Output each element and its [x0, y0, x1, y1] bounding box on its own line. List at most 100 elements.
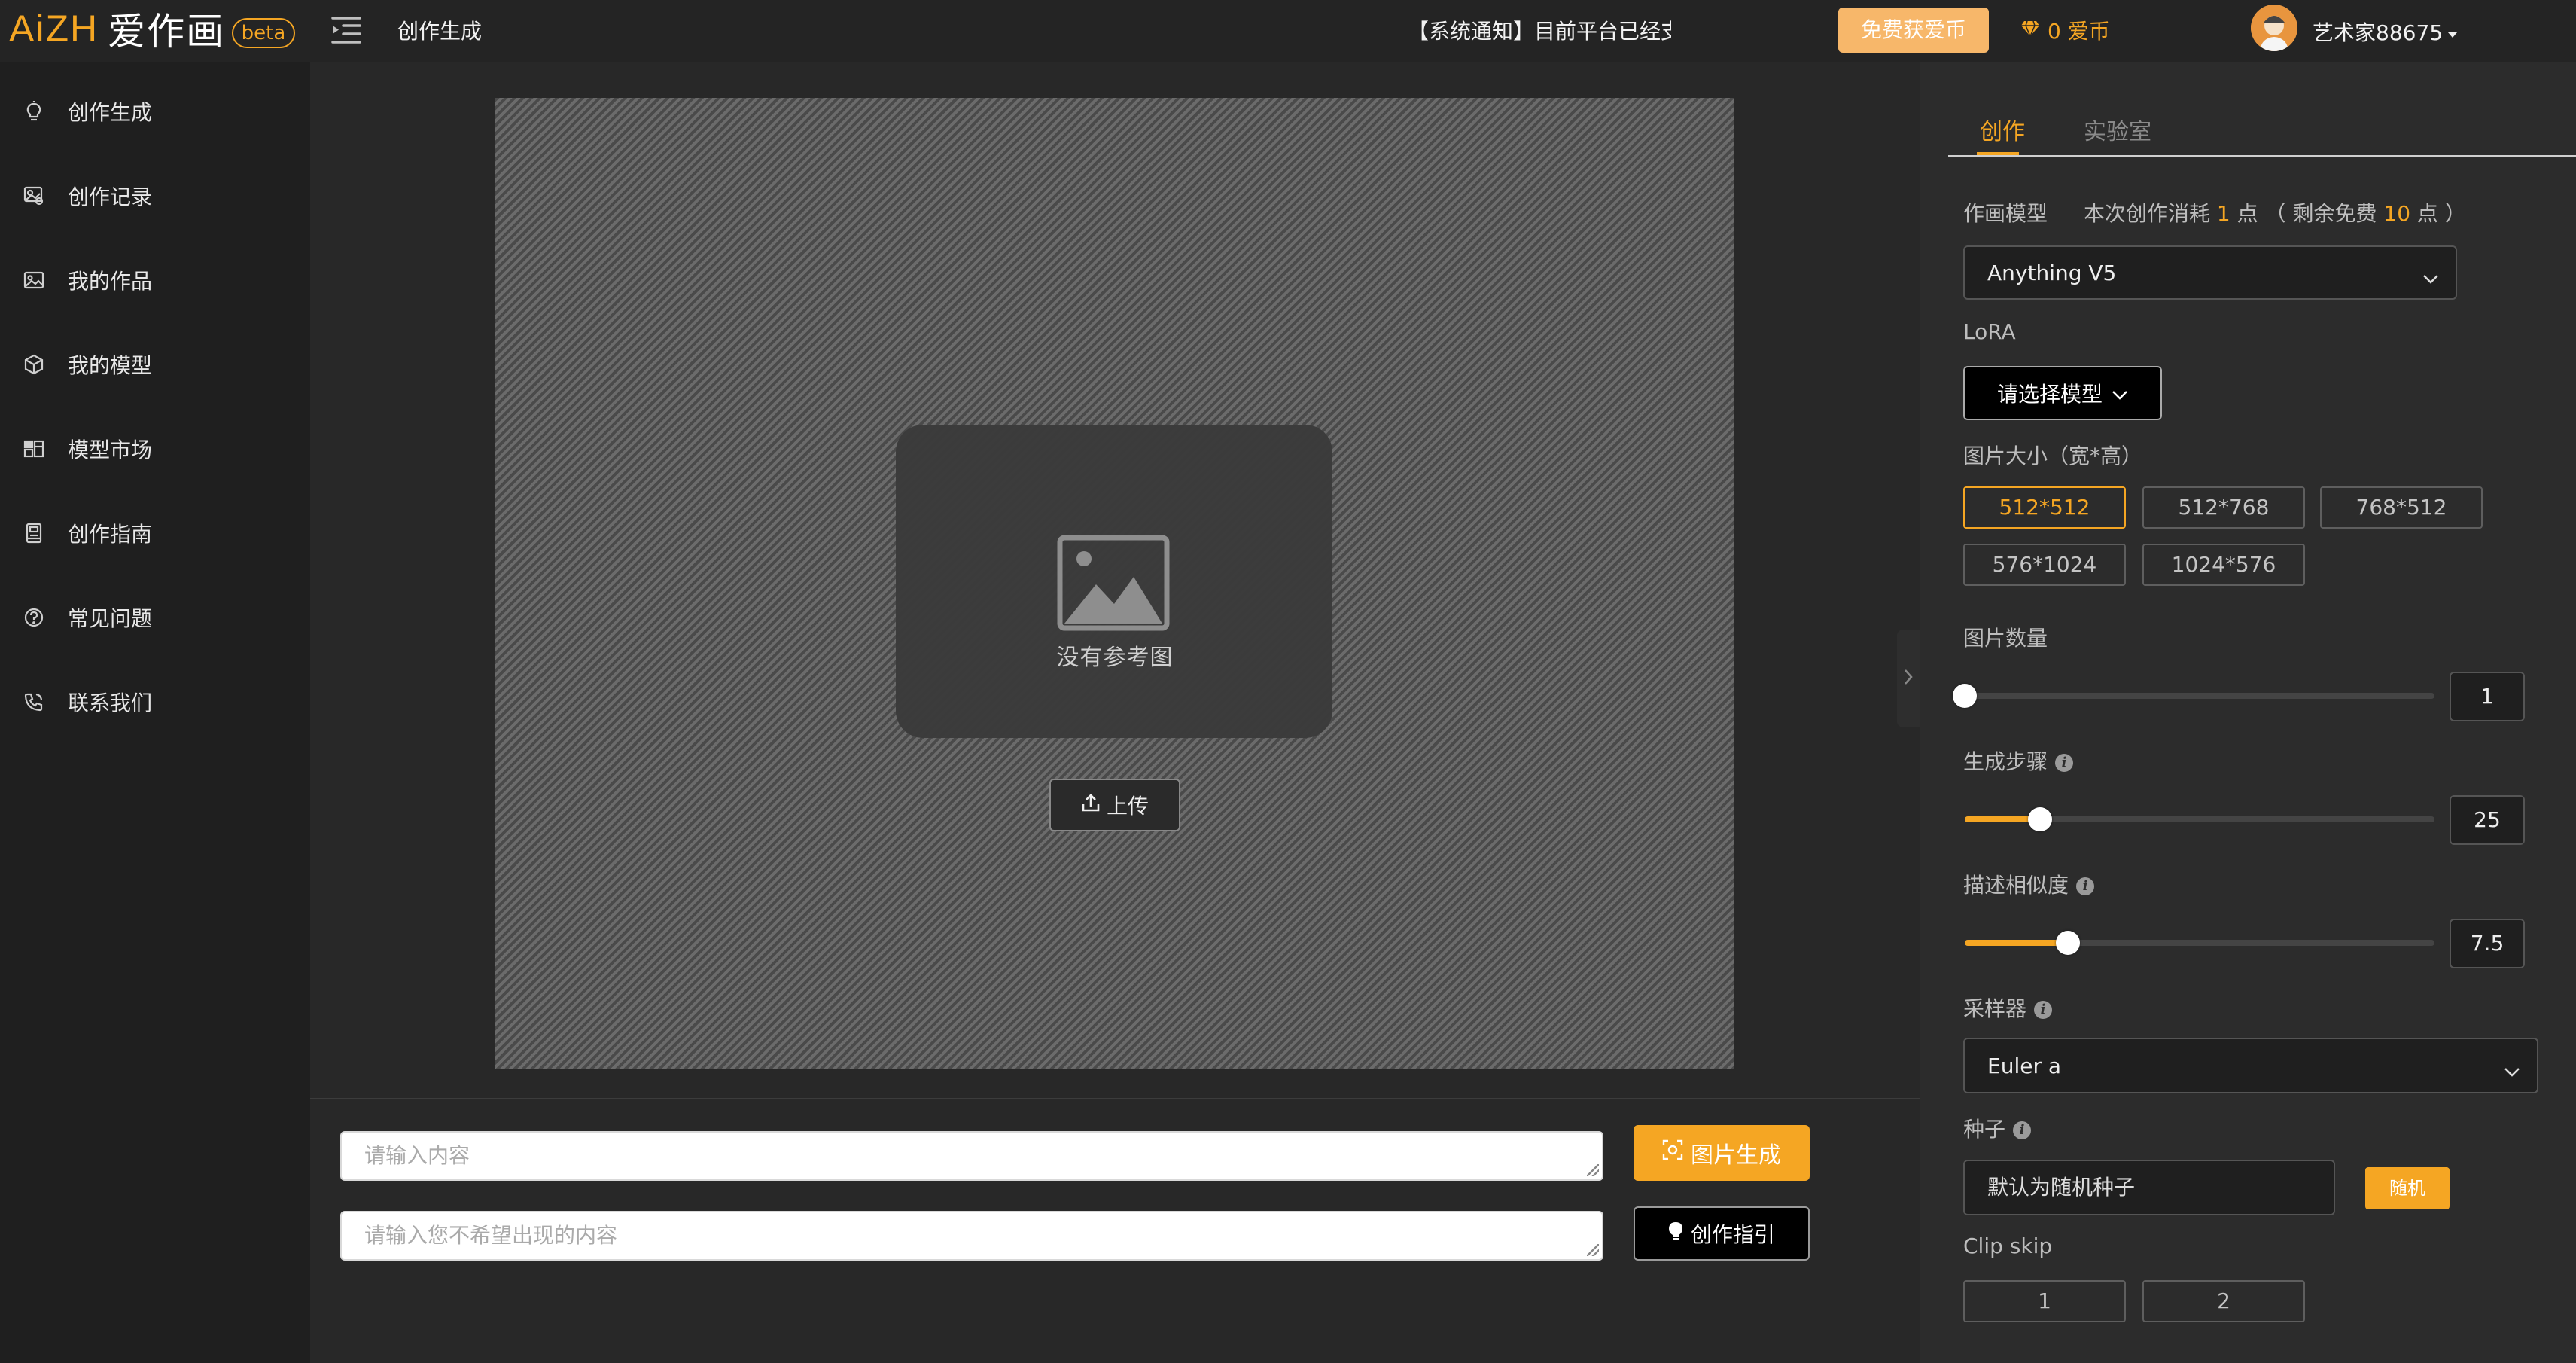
no-reference-label: 没有参考图	[1056, 645, 1174, 671]
size-option-1024x576[interactable]: 1024*576	[2142, 544, 2305, 586]
caret-down-icon	[2447, 20, 2458, 44]
avatar[interactable]	[2251, 5, 2297, 51]
sidebar-item-label: 创作指南	[68, 522, 153, 547]
upload-label: 上传	[1106, 794, 1149, 819]
sampler-select[interactable]: Euler a	[1963, 1038, 2538, 1093]
upload-button[interactable]: 上传	[1049, 779, 1180, 831]
scan-icon	[1662, 1139, 1683, 1166]
cost-value: 1	[2216, 201, 2230, 226]
count-label: 图片数量	[1963, 626, 2048, 651]
negative-prompt-input[interactable]: 请输入您不希望出现的内容	[340, 1211, 1603, 1261]
chevron-right-icon	[1903, 668, 1914, 689]
username-text: 艺术家88675	[2313, 20, 2444, 45]
size-label: 图片大小（宽*高）	[1963, 444, 2143, 468]
sidebar-item-models[interactable]: 我的模型	[0, 334, 310, 395]
sidebar-item-label: 我的模型	[68, 353, 153, 378]
resize-handle-icon[interactable]	[1587, 1244, 1599, 1256]
size-option-512x768[interactable]: 512*768	[2142, 486, 2305, 529]
generate-button[interactable]: 图片生成	[1634, 1125, 1810, 1181]
steps-slider-knob[interactable]	[2027, 807, 2052, 831]
image-icon	[23, 269, 45, 291]
sidebar-item-records[interactable]: 创作记录	[0, 166, 310, 226]
info-icon[interactable]: i	[2076, 877, 2095, 895]
model-select[interactable]: Anything V5	[1963, 245, 2457, 300]
panel-toggle[interactable]	[1897, 630, 1920, 727]
negative-prompt-placeholder: 请输入您不希望出现的内容	[364, 1223, 618, 1248]
record-icon	[23, 184, 45, 207]
prompt-input[interactable]: 请输入内容	[340, 1131, 1603, 1181]
sidebar-item-faq[interactable]: 常见问题	[0, 587, 310, 648]
sidebar-item-label: 创作生成	[68, 100, 153, 125]
clip-skip-option-2[interactable]: 2	[2142, 1280, 2305, 1322]
user-menu[interactable]: 艺术家88675	[2313, 17, 2458, 47]
tab-create[interactable]: 创作	[1980, 113, 2025, 146]
lora-select-label: 请选择模型	[1996, 382, 2103, 407]
steps-input[interactable]: 25	[2450, 795, 2525, 845]
diamond-icon	[2020, 18, 2040, 43]
page-title: 创作生成	[397, 19, 483, 44]
prompt-placeholder: 请输入内容	[364, 1143, 470, 1168]
info-icon[interactable]: i	[2034, 1001, 2053, 1019]
sidebar-item-guide[interactable]: 创作指南	[0, 503, 310, 563]
beta-badge: beta	[232, 18, 295, 48]
sidebar-item-contact[interactable]: 联系我们	[0, 672, 310, 732]
menu-toggle-icon[interactable]	[330, 14, 366, 47]
book-icon	[23, 522, 45, 544]
info-icon[interactable]: i	[2055, 754, 2074, 772]
phone-icon	[23, 691, 45, 713]
cfg-slider-fill	[1965, 940, 2069, 946]
resize-handle-icon[interactable]	[1587, 1164, 1599, 1176]
sidebar-item-works[interactable]: 我的作品	[0, 250, 310, 310]
lora-label: LoRA	[1963, 319, 2016, 344]
seed-label: 种子 i	[1963, 1113, 2032, 1143]
count-slider-knob[interactable]	[1953, 684, 1977, 708]
logo-mark: AiZH	[9, 7, 99, 50]
free-coin-button[interactable]: 免费获爱币	[1838, 8, 1989, 53]
cube-icon	[23, 353, 45, 376]
sampler-label: 采样器 i	[1963, 993, 2053, 1023]
logo[interactable]: AiZH 爱作画	[9, 6, 225, 53]
steps-label-text: 生成步骤	[1963, 749, 2048, 774]
system-notice[interactable]: 【系统通知】目前平台已经支	[1408, 15, 1671, 48]
prompt-divider	[310, 1098, 1920, 1099]
sidebar-item-create[interactable]: 创作生成	[0, 81, 310, 142]
size-option-512x512[interactable]: 512*512	[1963, 486, 2126, 529]
random-seed-button[interactable]: 随机	[2365, 1167, 2450, 1209]
coin-balance[interactable]: 0 爱币	[2020, 15, 2110, 45]
sidebar-item-label: 常见问题	[68, 606, 153, 631]
cost-unit: 点 （ 剩余免费	[2236, 201, 2377, 226]
cfg-slider[interactable]	[1965, 931, 2434, 955]
size-option-768x512[interactable]: 768*512	[2320, 486, 2483, 529]
steps-slider[interactable]	[1965, 807, 2434, 831]
sidebar-item-label: 创作记录	[68, 184, 153, 209]
cost-prefix: 本次创作消耗	[2084, 201, 2211, 226]
chevron-down-icon	[2422, 265, 2439, 290]
clip-skip-label: Clip skip	[1963, 1233, 2053, 1258]
app-root: AiZH 爱作画 beta 创作生成 【系统通知】目前平台已经支 免费获爱币 0…	[0, 0, 2576, 1363]
generate-label: 图片生成	[1691, 1142, 1781, 1169]
remain-unit: 点 ）	[2416, 201, 2466, 226]
upload-icon	[1081, 793, 1101, 818]
sidebar-item-label: 模型市场	[68, 438, 153, 462]
tab-lab[interactable]: 实验室	[2084, 113, 2151, 146]
cfg-input[interactable]: 7.5	[2450, 919, 2525, 968]
sidebar: 创作生成 创作记录 我的作品 我的模型 模型市场 创作指南 常见问题 联系我们	[0, 62, 310, 1363]
size-option-576x1024[interactable]: 576*1024	[1963, 544, 2126, 586]
clip-skip-option-1[interactable]: 1	[1963, 1280, 2126, 1322]
chevron-down-icon	[2112, 381, 2128, 406]
info-icon[interactable]: i	[2013, 1121, 2032, 1139]
bulb-icon	[23, 100, 45, 123]
guide-button[interactable]: 创作指引	[1634, 1206, 1810, 1261]
sidebar-item-label: 我的作品	[68, 269, 153, 294]
count-input[interactable]: 1	[2450, 672, 2525, 721]
bulb-icon	[1668, 1221, 1683, 1246]
tabs-divider	[1948, 155, 2576, 157]
picture-icon	[1057, 535, 1170, 631]
logo-mark-text: AiZH	[9, 8, 99, 50]
market-icon	[23, 438, 45, 460]
sidebar-item-market[interactable]: 模型市场	[0, 419, 310, 479]
sampler-label-text: 采样器	[1963, 996, 2027, 1021]
count-slider[interactable]	[1953, 684, 2434, 708]
seed-input[interactable]: 默认为随机种子	[1963, 1160, 2335, 1215]
lora-select[interactable]: 请选择模型	[1963, 366, 2162, 420]
